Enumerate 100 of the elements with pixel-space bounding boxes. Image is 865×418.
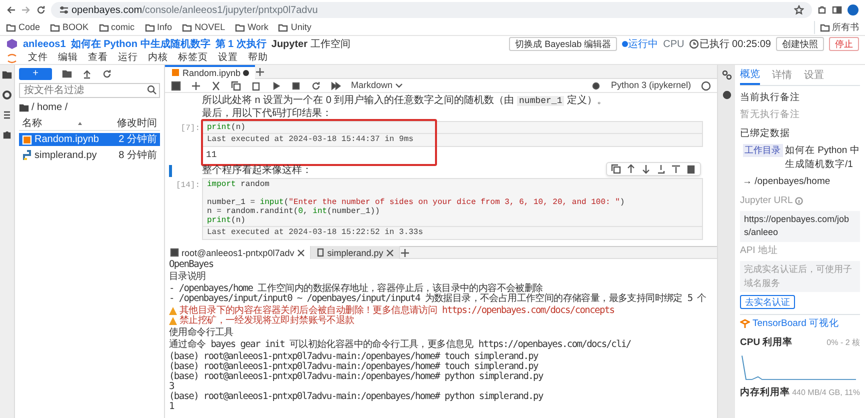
terminal-line: - /openbayes/home 工作空间内的数据保存地址，容器停止后，该目录中的内容不会被删除: [169, 284, 543, 294]
code-input[interactable]: import random number_1 = input("Enter the number of sides on your dice from 3, 6, 10, 20, and 100: ") n = random.randint(0, int(number_1)) print(n): [202, 178, 703, 226]
dataset-name[interactable]: 如何在 Python 中生成随机数字/1: [785, 144, 860, 172]
metric-value: 440 MB/4 GB, 11%: [792, 386, 860, 399]
add-tab-icon[interactable]: [400, 248, 410, 258]
bookmark-folder[interactable]: 所有书: [814, 20, 859, 34]
folder-icon: [144, 22, 155, 32]
panel-tab[interactable]: 设置: [804, 66, 824, 84]
create-snapshot-button[interactable]: 创建快照: [776, 37, 824, 51]
execution-count: [7]:: [180, 123, 200, 135]
refresh-icon[interactable]: [102, 69, 112, 79]
field-label: API 地址: [740, 244, 779, 258]
bookmark-folder[interactable]: BOOK: [50, 20, 89, 34]
section-title: 当前执行备注: [740, 91, 801, 105]
folder-icon: [820, 22, 830, 32]
reload-icon[interactable]: [36, 5, 46, 15]
kernel-idle-icon: [701, 80, 711, 90]
terminal-line: 其他目录下的内容在容器关闭后会被自动删除！更多信息请访问 https://openbayes.com/docs/concepts: [180, 306, 614, 316]
new-launcher-button[interactable]: +: [19, 68, 52, 80]
terminal-tab[interactable]: simplerand.py: [310, 246, 400, 259]
star-icon[interactable]: [794, 5, 804, 15]
column-header[interactable]: 修改时间: [117, 116, 157, 131]
notebook-tab[interactable]: Random.ipynb: [165, 64, 256, 78]
file-row[interactable]: simplerand.py 8 分钟前: [19, 148, 160, 162]
menu-item[interactable]: 编辑: [58, 50, 78, 66]
menu-item[interactable]: 设置: [218, 50, 238, 66]
switch-editor-button[interactable]: 切换成 Bayeslab 编辑器: [509, 37, 618, 51]
workspace-link[interactable]: anleeos1: [23, 36, 66, 52]
back-icon[interactable]: [6, 5, 16, 15]
filter-field[interactable]: 按文件名过滤: [19, 82, 160, 98]
move-down-icon[interactable]: [641, 164, 651, 174]
kernel-name[interactable]: Python 3 (ipykernel): [610, 78, 691, 92]
markdown-paragraph: 所以此处将 n 设置为一个在 0 到用户输入的任意数字之间的随机数（由 number_1 定义）。: [202, 95, 608, 107]
menu-item[interactable]: 查看: [88, 50, 108, 66]
address-bar[interactable]: openbayes.com/console/anleeos1/jupyter/pntxp0l7advu: [51, 2, 812, 18]
markdown-paragraph: 整个程序看起来像这样：: [202, 164, 312, 176]
menu-item[interactable]: 内核: [148, 50, 168, 66]
upload-icon[interactable]: [82, 69, 92, 79]
close-icon[interactable]: [296, 248, 305, 256]
cell-type-dropdown[interactable]: Markdown: [351, 78, 404, 92]
terminal-line: (base) root@anleeos1-pntxp0l7advu-main:/openbayes/home# python simplerand.py: [169, 392, 544, 402]
column-header[interactable]: 名称: [22, 116, 42, 131]
bookmark-folder[interactable]: comic: [98, 20, 135, 34]
bookmark-folder[interactable]: Code: [6, 20, 40, 34]
bookmark-folder[interactable]: Info: [144, 20, 172, 34]
python-file-icon: [22, 150, 32, 160]
url-field[interactable]: https://openbayes.com/jobs/anleeo: [740, 210, 860, 242]
close-icon[interactable]: [386, 248, 394, 256]
stop-button[interactable]: 停止: [829, 37, 859, 51]
running-icon[interactable]: [2, 90, 12, 100]
terminal-line: 目录说明: [169, 272, 207, 282]
tensorboard-link[interactable]: TensorBoard 可视化: [752, 317, 840, 332]
cell-output: 11: [205, 149, 218, 162]
new-folder-icon[interactable]: [62, 69, 72, 79]
status-dot-icon: [622, 41, 628, 47]
profile-avatar-icon[interactable]: [847, 4, 859, 16]
panel-tab[interactable]: 概览: [740, 65, 760, 85]
search-icon: [147, 84, 157, 94]
insert-above-icon[interactable]: [656, 164, 666, 174]
terminal-tab[interactable]: root@anleeos1-pntxp0l7adv: [165, 246, 311, 259]
add-tab-icon[interactable]: [255, 66, 266, 76]
breadcrumb-path[interactable]: / home /: [32, 100, 68, 115]
file-row[interactable]: Random.ipynb 2 分钟前: [19, 133, 160, 146]
folder-icon[interactable]: [2, 70, 12, 80]
terminal-line: (base) root@anleeos1-pntxp0l7advu-main:/openbayes/home# touch simplerand.py: [169, 362, 538, 372]
terminal-line: OpenBayes: [169, 260, 214, 270]
info-icon[interactable]: [795, 197, 804, 206]
metric-label: 内存利用率: [740, 386, 790, 400]
bookmark-folder[interactable]: Unity: [278, 20, 312, 34]
duplicate-icon[interactable]: [611, 164, 621, 174]
stop-icon[interactable]: [291, 80, 301, 90]
metric-label: CPU 利用率: [740, 336, 793, 350]
project-title-link[interactable]: 如何在 Python 中生成随机数字: [70, 36, 210, 52]
bookmark-folder[interactable]: Work: [235, 20, 268, 34]
code-input[interactable]: print(n): [202, 121, 703, 134]
restart-icon[interactable]: [311, 80, 321, 90]
paste-icon[interactable]: [251, 80, 261, 90]
insert-below-icon[interactable]: [671, 164, 681, 174]
menu-item[interactable]: 帮助: [248, 50, 268, 66]
list-icon[interactable]: [2, 110, 12, 120]
menu-item[interactable]: 文件: [28, 50, 48, 66]
copy-icon[interactable]: [231, 80, 241, 90]
verify-button[interactable]: 去实名认证: [740, 294, 795, 308]
sidebar-icon[interactable]: [832, 5, 842, 15]
delete-icon[interactable]: [686, 164, 696, 174]
run-link[interactable]: 第 1 次执行: [215, 36, 266, 52]
bookmark-folder[interactable]: NOVEL: [182, 20, 226, 34]
panel-tab[interactable]: 详情: [772, 66, 792, 84]
menu-item[interactable]: 标签页: [178, 50, 208, 66]
save-icon[interactable]: [171, 80, 181, 90]
menu-item[interactable]: 运行: [118, 50, 138, 66]
extension-icon[interactable]: [817, 5, 827, 15]
add-cell-icon[interactable]: [191, 80, 201, 90]
site-info-icon[interactable]: [59, 5, 69, 15]
property-inspector-icon[interactable]: [722, 70, 732, 80]
terminal-line: 1: [169, 402, 176, 412]
move-up-icon[interactable]: [626, 164, 636, 174]
cut-icon[interactable]: [211, 80, 221, 90]
section-title: 已绑定数据: [740, 127, 791, 141]
caret-icon: [395, 83, 404, 88]
